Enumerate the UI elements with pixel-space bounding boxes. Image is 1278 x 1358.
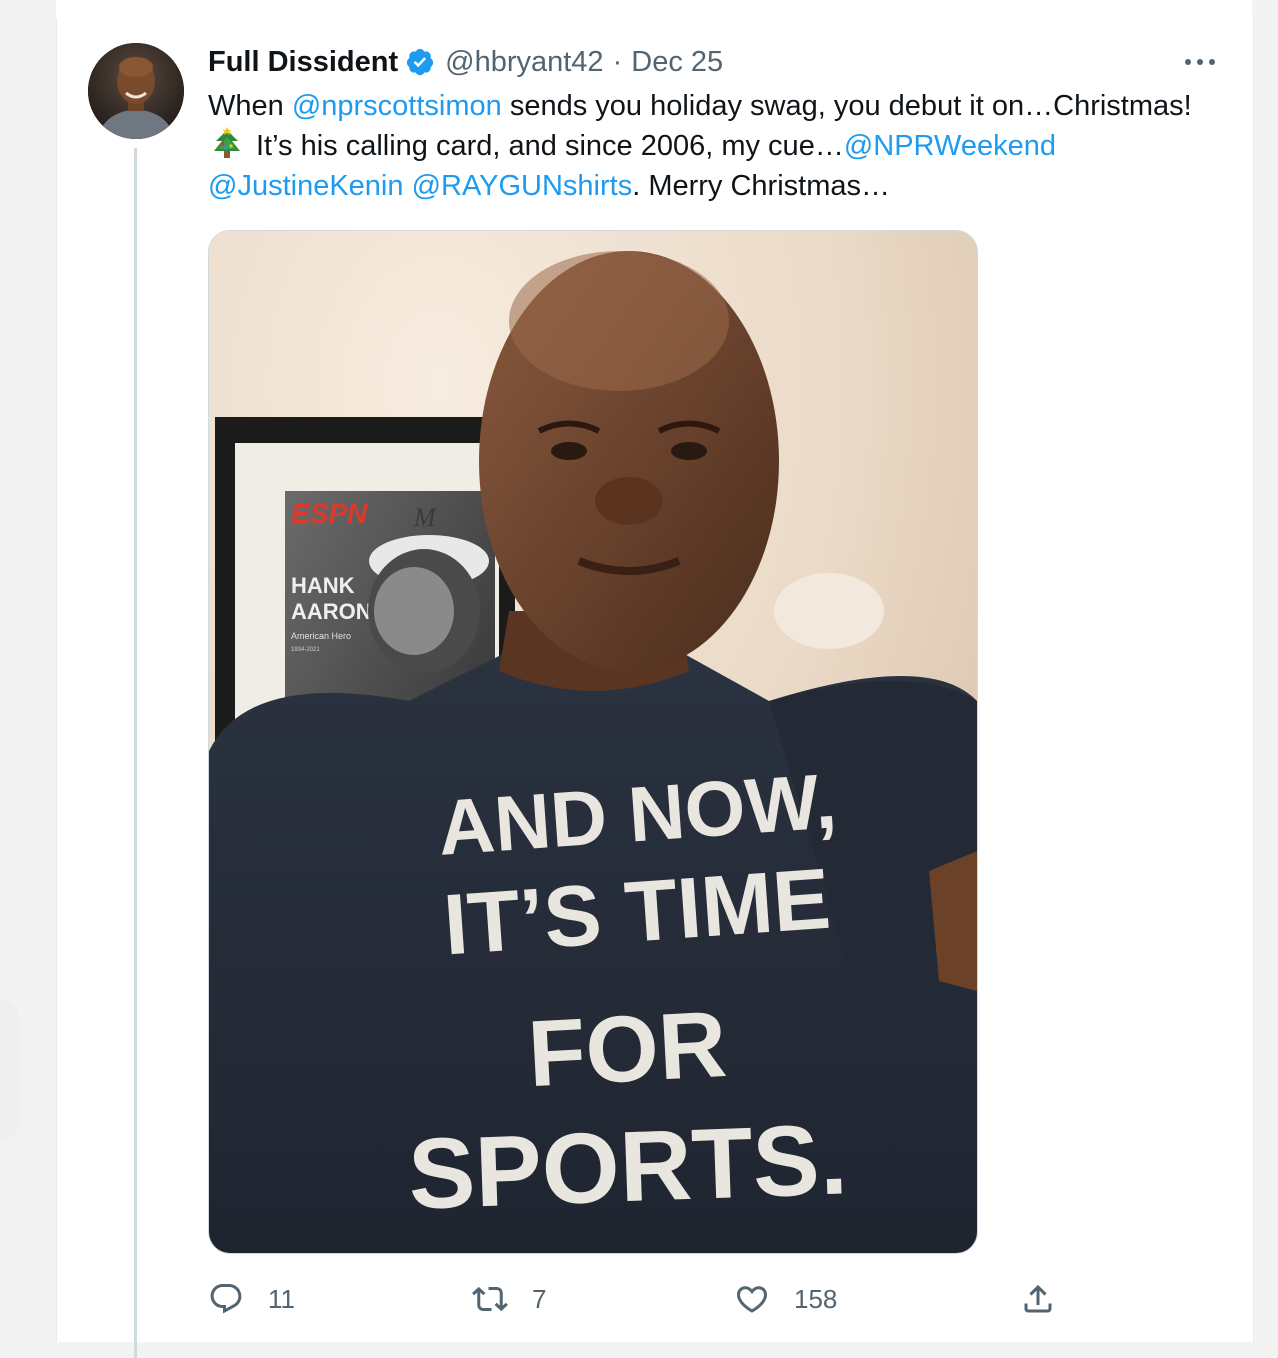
tweet-text-line-2: It’s his calling card, and since 2006, m…: [208, 126, 1238, 166]
text-segment: It’s his calling card, and since 2006, m…: [256, 130, 844, 162]
tweet-header: Full Dissident @hbryant42 · Dec 25: [208, 44, 723, 80]
verified-badge-icon: [405, 47, 435, 77]
text-segment: [404, 170, 412, 202]
reply-icon: [210, 1284, 242, 1314]
poster-subtitle: American Hero: [291, 631, 351, 641]
separator-dot: ·: [612, 45, 623, 78]
share-button[interactable]: [1020, 1276, 1056, 1322]
poster-brand: ESPN: [291, 498, 368, 529]
user-handle[interactable]: @hbryant42: [445, 46, 603, 79]
more-dots-icon[interactable]: [1182, 48, 1218, 76]
tweet-text-line-3: @JustineKenin @RAYGUNshirts. Merry Chris…: [208, 166, 1238, 206]
tweet-photo[interactable]: ESPN HANK AARON American Hero 1934-2021 …: [208, 230, 978, 1254]
avatar[interactable]: [88, 43, 184, 139]
thread-connector-line: [134, 148, 137, 1358]
poster-name-line-1: HANK: [291, 573, 355, 598]
tweet-text: When @nprscottsimon sends you holiday sw…: [208, 86, 1238, 206]
poster-name-line-2: AARON: [291, 599, 372, 624]
poster-years: 1934-2021: [291, 647, 320, 653]
like-count: 158: [794, 1283, 838, 1314]
like-button[interactable]: 158: [734, 1276, 837, 1322]
tweet-date[interactable]: Dec 25: [631, 46, 723, 79]
tweet-text-line-1: When @nprscottsimon sends you holiday sw…: [208, 86, 1238, 126]
text-segment: When: [208, 90, 292, 122]
tweet-actions-bar: 11 7 158: [208, 1276, 1078, 1322]
text-segment: . Merry Christmas…: [632, 170, 891, 202]
mention-link[interactable]: @nprscottsimon: [292, 90, 502, 122]
share-icon: [1024, 1284, 1052, 1313]
reply-button[interactable]: 11: [208, 1276, 295, 1322]
mention-link[interactable]: @RAYGUNshirts: [412, 170, 633, 202]
reply-count: 11: [268, 1283, 295, 1314]
text-segment: sends you holiday swag, you debut it on……: [501, 90, 1192, 122]
display-name[interactable]: Full Dissident: [208, 46, 398, 79]
mention-link[interactable]: @NPRWeekend: [844, 130, 1056, 162]
retweet-icon: [472, 1286, 508, 1312]
shirt-text-line-4: SPORTS.: [407, 1103, 850, 1230]
retweet-button[interactable]: 7: [472, 1276, 546, 1322]
christmas-tree-emoji: [212, 127, 242, 161]
previous-tweet-edge: [56, 0, 1252, 19]
mention-link[interactable]: @JustineKenin: [208, 170, 404, 202]
background-shadow: [0, 1000, 20, 1140]
poster-cap-letter: M: [413, 503, 437, 532]
shirt-text-line-3: FOR: [525, 991, 729, 1106]
retweet-count: 7: [532, 1283, 547, 1314]
heart-icon: [736, 1286, 768, 1313]
